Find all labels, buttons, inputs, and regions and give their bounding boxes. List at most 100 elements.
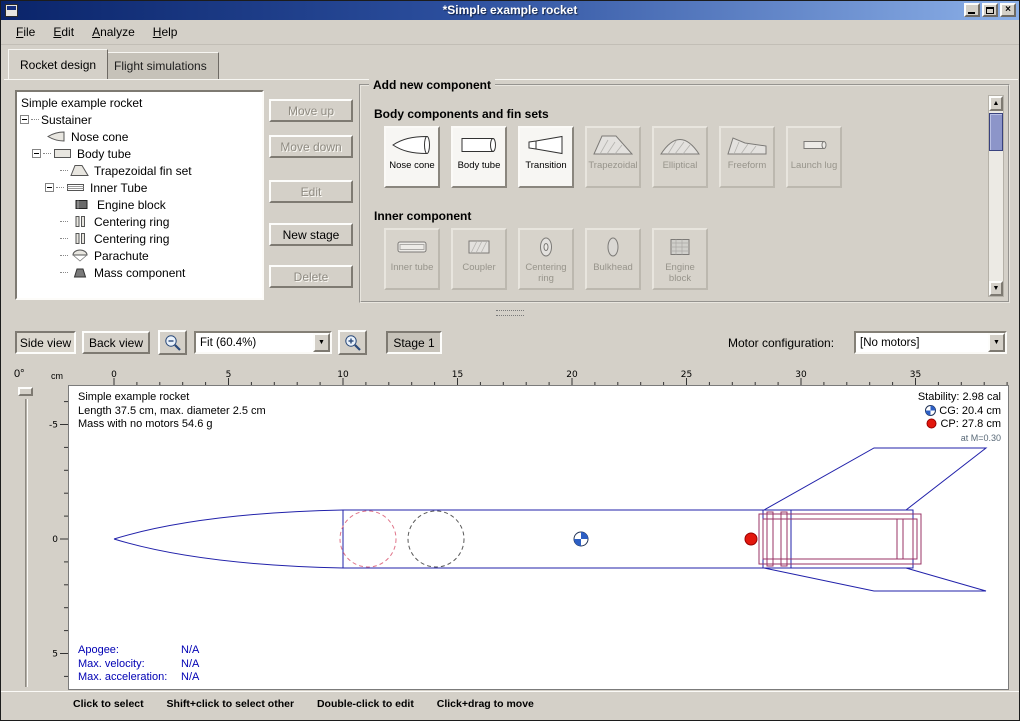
pane-splitter[interactable] xyxy=(1,306,1019,319)
parachute-outline xyxy=(340,511,396,567)
menu-edit[interactable]: Edit xyxy=(44,21,83,43)
flight-estimates-block: Apogee:N/A Max. velocity:N/A Max. accele… xyxy=(78,644,199,685)
svg-text:5: 5 xyxy=(226,370,232,380)
rotation-slider-thumb[interactable] xyxy=(18,387,33,396)
tree-item-label: Mass component xyxy=(94,266,185,280)
tree-connector xyxy=(60,221,68,222)
add-bulkhead-button: Bulkhead xyxy=(585,228,641,290)
add-centering-ring-button: Centering ring xyxy=(518,228,574,290)
nose-cone-icon xyxy=(47,130,67,143)
tree-item-centering-ring-1[interactable]: Centering ring xyxy=(17,213,262,230)
collapse-icon[interactable] xyxy=(20,115,29,124)
tree-item-parachute[interactable]: Parachute xyxy=(17,247,262,264)
move-down-button: Move down xyxy=(269,135,353,158)
zoom-select[interactable]: Fit (60.4%) ▼ xyxy=(194,331,332,354)
tree-item-body-tube[interactable]: Body tube xyxy=(17,145,262,162)
tree-item-label: Parachute xyxy=(94,249,149,263)
tree-connector xyxy=(60,170,68,171)
ruler-unit-label: cm xyxy=(51,371,63,381)
component-tree: Simple example rocket Sustainer Nose con… xyxy=(15,90,264,300)
minimize-button[interactable] xyxy=(964,3,980,17)
mass-component-icon xyxy=(70,266,90,279)
window-title: *Simple example rocket xyxy=(1,1,1019,20)
rotation-slider-track[interactable] xyxy=(25,399,28,687)
body-tube-icon xyxy=(53,147,73,160)
menu-file[interactable]: File xyxy=(7,21,44,43)
rocket-name: Simple example rocket xyxy=(78,391,266,405)
tree-item-mass-component[interactable]: Mass component xyxy=(17,264,262,281)
rotation-value: 0° xyxy=(14,368,25,380)
motor-configuration-select[interactable]: [No motors] ▼ xyxy=(854,331,1007,354)
add-transition-button[interactable]: Transition xyxy=(518,126,574,188)
tab-flight-simulations[interactable]: Flight simulations xyxy=(102,52,219,79)
mass-component-outline xyxy=(408,511,464,567)
close-button[interactable]: × xyxy=(1000,3,1016,17)
add-nose-cone-button[interactable]: Nose cone xyxy=(384,126,440,188)
tree-connector xyxy=(60,255,68,256)
tree-item-label: Simple example rocket xyxy=(21,96,142,110)
back-view-button[interactable]: Back view xyxy=(82,331,150,354)
add-trapezoidal-fin-button: Trapezoidal xyxy=(585,126,641,188)
cp-value: CP: 27.8 cm xyxy=(940,418,1001,430)
tree-item-fin-set[interactable]: Trapezoidal fin set xyxy=(17,162,262,179)
window-controls: × xyxy=(964,3,1016,17)
arrow-up-icon: ▲ xyxy=(993,100,1000,107)
arrow-down-icon: ▼ xyxy=(993,285,1000,292)
tree-item-inner-tube[interactable]: Inner Tube xyxy=(17,179,262,196)
component-scrollbar[interactable]: ▲ ▼ xyxy=(988,95,1004,297)
scrollbar-thumb[interactable] xyxy=(989,113,1003,151)
tree-connector xyxy=(43,153,51,154)
scroll-up-button[interactable]: ▲ xyxy=(989,96,1003,111)
tree-item-rocket[interactable]: Simple example rocket xyxy=(17,94,262,111)
rocket-drawing-area[interactable]: Simple example rocket Length 37.5 cm, ma… xyxy=(68,385,1009,690)
motor-mount-outline xyxy=(759,512,921,566)
inner-tube-icon xyxy=(390,234,434,260)
zoom-out-button[interactable] xyxy=(158,330,187,355)
centering-ring-icon xyxy=(70,215,90,228)
menu-analyze[interactable]: Analyze xyxy=(83,21,144,43)
motor-configuration-label: Motor configuration: xyxy=(728,336,834,350)
rocket-dimensions: Length 37.5 cm, max. diameter 2.5 cm xyxy=(78,405,266,419)
side-view-button[interactable]: Side view xyxy=(15,331,76,354)
cp-icon xyxy=(926,418,937,429)
splitter-grip-icon xyxy=(496,310,524,316)
svg-text:35: 35 xyxy=(910,370,921,380)
tree-item-stage[interactable]: Sustainer xyxy=(17,111,262,128)
collapse-icon[interactable] xyxy=(45,183,54,192)
add-body-tube-button[interactable]: Body tube xyxy=(451,126,507,188)
motor-configuration-value: [No motors] xyxy=(860,333,919,352)
add-component-title: Add new component xyxy=(369,78,495,92)
tab-rocket-design[interactable]: Rocket design xyxy=(8,49,108,79)
max-acceleration-value: N/A xyxy=(181,671,199,683)
svg-text:30: 30 xyxy=(795,370,807,380)
minimize-icon xyxy=(968,12,975,14)
chevron-down-icon[interactable]: ▼ xyxy=(988,333,1005,352)
tree-item-engine-block[interactable]: Engine block xyxy=(17,196,262,213)
elliptical-fin-icon xyxy=(658,132,702,158)
tree-item-nose-cone[interactable]: Nose cone xyxy=(17,128,262,145)
hint-shift-click: Shift+click to select other xyxy=(167,698,295,710)
tree-item-centering-ring-2[interactable]: Centering ring xyxy=(17,230,262,247)
svg-text:0: 0 xyxy=(52,535,58,545)
collapse-icon[interactable] xyxy=(32,149,41,158)
maximize-button[interactable] xyxy=(982,3,998,17)
bulkhead-icon xyxy=(591,234,635,260)
chevron-down-icon[interactable]: ▼ xyxy=(313,333,330,352)
horizontal-ruler: 05101520253035 xyxy=(69,369,1008,386)
new-stage-button[interactable]: New stage xyxy=(269,223,353,246)
zoom-value: Fit (60.4%) xyxy=(200,333,256,352)
rocket-info-block: Simple example rocket Length 37.5 cm, ma… xyxy=(78,391,266,432)
tree-connector xyxy=(60,238,68,239)
stability-block: Stability: 2.98 cal CG: 20.4 cm CP: 27.8… xyxy=(918,391,1001,445)
cg-icon xyxy=(925,405,936,416)
scroll-down-button[interactable]: ▼ xyxy=(989,281,1003,296)
tree-item-label: Engine block xyxy=(97,198,166,212)
stage-1-toggle[interactable]: Stage 1 xyxy=(386,331,442,354)
menu-help[interactable]: Help xyxy=(144,21,187,43)
centering-ring-icon xyxy=(70,232,90,245)
rocket-canvas-region: 0° cm 05101520253035 -505 xyxy=(4,366,1018,691)
tree-item-label: Inner Tube xyxy=(90,181,147,195)
zoom-in-button[interactable] xyxy=(338,330,367,355)
trapezoidal-fin-icon xyxy=(591,132,635,158)
apogee-label: Apogee: xyxy=(78,644,181,658)
